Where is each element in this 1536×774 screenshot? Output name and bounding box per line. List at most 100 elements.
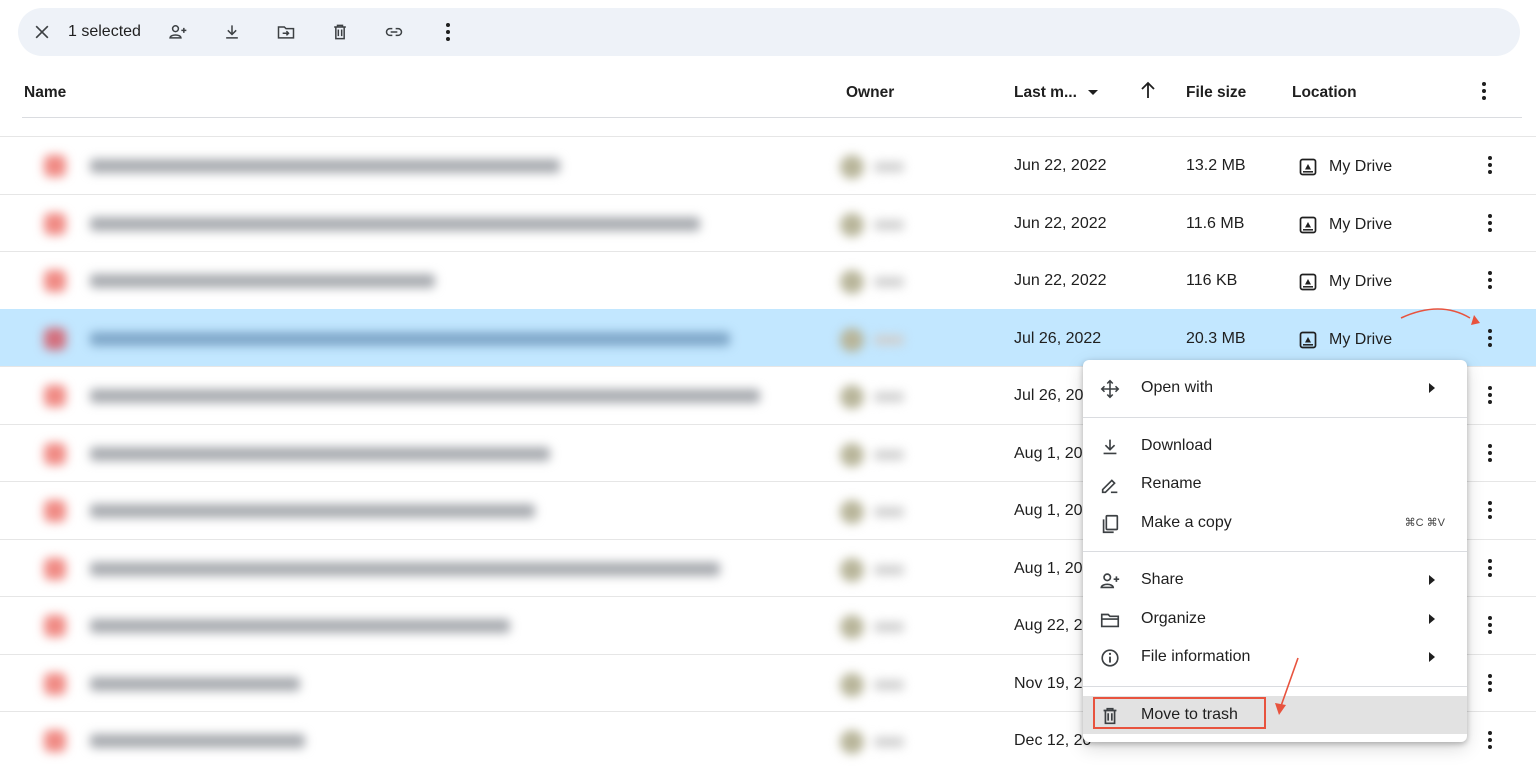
menu-item-file-information[interactable]: File information (1083, 638, 1467, 677)
more-vert-icon (1488, 731, 1492, 749)
person-add-icon (169, 25, 187, 39)
row-more-actions-button[interactable] (1480, 671, 1500, 695)
column-header-location[interactable]: Location (1292, 84, 1357, 102)
menu-item-rename[interactable]: Rename (1083, 465, 1467, 504)
row-more-actions-button[interactable] (1480, 498, 1500, 522)
row-more-actions-button[interactable] (1480, 211, 1500, 235)
column-options-button[interactable] (1482, 82, 1486, 100)
blurred-owner-name (874, 219, 904, 230)
file-name-cell (44, 442, 550, 465)
menu-item-open-with[interactable]: Open with (1083, 369, 1467, 408)
last-modified-label: Last m... (1014, 84, 1077, 101)
row-more-actions-button[interactable] (1480, 441, 1500, 465)
owner-avatar (840, 672, 864, 697)
trash-icon (1099, 705, 1121, 727)
clear-selection-button[interactable] (32, 16, 52, 48)
blurred-owner-name (874, 277, 904, 287)
blurred-file-name (90, 619, 510, 633)
my-drive-icon (1299, 216, 1317, 233)
pdf-file-icon (44, 385, 66, 407)
menu-item-share[interactable]: Share (1083, 561, 1467, 600)
blurred-file-name (90, 676, 300, 691)
sort-direction-button[interactable] (1140, 81, 1156, 104)
row-more-actions-button[interactable] (1480, 153, 1500, 177)
more-vert-icon (1488, 386, 1492, 404)
blurred-owner-name (874, 622, 904, 632)
file-name-cell (44, 327, 730, 350)
more-vert-icon (1488, 213, 1492, 232)
menu-item-make-copy[interactable]: Make a copy ⌘C ⌘V (1083, 504, 1467, 543)
blurred-file-name (90, 446, 550, 461)
owner-avatar (840, 615, 864, 639)
copy-link-button[interactable] (383, 16, 405, 48)
pdf-file-icon (44, 270, 66, 292)
my-drive-icon (1299, 158, 1317, 176)
blurred-file-name (90, 389, 760, 403)
table-row[interactable]: Jul 26, 2022 20.3 MB My Drive (0, 308, 1536, 366)
menu-item-organize[interactable]: Organize (1083, 600, 1467, 639)
location-cell[interactable]: My Drive (1298, 330, 1392, 350)
file-size-cell: 11.6 MB (1186, 214, 1245, 232)
file-name-cell (44, 557, 720, 580)
owner-avatar (840, 557, 864, 582)
menu-divider (1083, 551, 1467, 552)
pdf-file-icon (44, 730, 66, 752)
copy-icon (1099, 513, 1121, 535)
drive-file-list-page: 1 selected Name Owner Last m... File siz… (0, 0, 1536, 774)
location-cell[interactable]: My Drive (1298, 157, 1392, 177)
submenu-arrow-icon (1429, 383, 1435, 393)
owner-avatar (840, 155, 864, 179)
file-name-cell (44, 730, 305, 752)
menu-item-move-to-trash[interactable]: Move to trash (1083, 695, 1467, 734)
table-row[interactable]: Jun 22, 2022 13.2 MB My Drive (0, 136, 1536, 194)
last-modified-cell: Jun 22, 2022 (1014, 214, 1107, 232)
pdf-file-icon (44, 672, 66, 695)
file-size-cell: 20.3 MB (1186, 329, 1246, 347)
download-button[interactable] (221, 16, 243, 48)
table-row[interactable]: Jun 22, 2022 116 KB My Drive (0, 251, 1536, 309)
more-actions-button[interactable] (437, 16, 459, 48)
last-modified-cell: Jul 26, 20 (1014, 387, 1084, 404)
location-cell[interactable]: My Drive (1298, 272, 1392, 292)
location-label: My Drive (1329, 273, 1393, 290)
location-label: My Drive (1329, 158, 1393, 175)
blurred-owner-name (874, 449, 904, 460)
owner-avatar (840, 212, 864, 237)
blurred-file-name (90, 216, 700, 231)
share-button[interactable] (167, 16, 189, 48)
last-modified-cell: Aug 1, 20 (1014, 444, 1083, 462)
row-more-actions-button[interactable] (1480, 326, 1500, 350)
menu-item-label: File information (1141, 648, 1251, 666)
submenu-arrow-icon (1429, 575, 1435, 585)
column-header-last-modified[interactable]: Last m... (1014, 84, 1099, 102)
menu-item-download[interactable]: Download (1083, 427, 1467, 466)
trash-button[interactable] (329, 16, 351, 48)
row-more-actions-button[interactable] (1480, 268, 1500, 292)
info-icon (1099, 647, 1121, 669)
file-name-cell (44, 385, 760, 407)
file-size-cell: 116 KB (1186, 272, 1238, 289)
pdf-file-icon (44, 155, 66, 177)
row-more-actions-button[interactable] (1480, 556, 1500, 580)
row-more-actions-button[interactable] (1480, 728, 1500, 752)
owner-cell (840, 442, 904, 467)
owner-avatar (840, 385, 864, 409)
owner-cell (840, 615, 904, 639)
menu-item-label: Download (1141, 436, 1213, 454)
menu-divider (1083, 685, 1467, 687)
column-header-name[interactable]: Name (24, 84, 66, 102)
row-more-actions-button[interactable] (1480, 383, 1500, 407)
owner-cell (840, 155, 904, 179)
table-row[interactable]: Jun 22, 2022 11.6 MB My Drive (0, 193, 1536, 252)
pdf-file-icon (44, 615, 66, 637)
column-header-owner[interactable]: Owner (846, 84, 894, 102)
location-cell[interactable]: My Drive (1298, 215, 1392, 235)
table-header: Name Owner Last m... File size Location (22, 70, 1522, 118)
column-header-file-size[interactable]: File size (1186, 84, 1246, 102)
more-vert-icon (1488, 328, 1492, 347)
row-more-actions-button[interactable] (1480, 613, 1500, 637)
pdf-file-icon (44, 327, 66, 350)
pencil-icon (1099, 474, 1121, 496)
file-name-cell (44, 615, 510, 637)
move-button[interactable] (275, 16, 297, 48)
